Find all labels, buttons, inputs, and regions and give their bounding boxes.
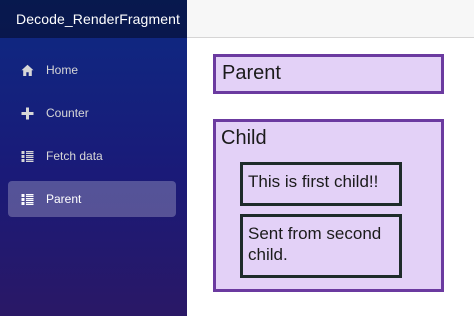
sidebar-item-parent[interactable]: Parent bbox=[8, 181, 176, 217]
first-child-text: This is first child!! bbox=[248, 172, 379, 191]
sidebar-item-label: Counter bbox=[46, 106, 89, 120]
sidebar-item-counter[interactable]: Counter bbox=[8, 95, 176, 131]
sidebar-item-label: Parent bbox=[46, 192, 82, 206]
child-label: Child bbox=[221, 127, 267, 149]
parent-label: Parent bbox=[222, 62, 281, 84]
second-child-box: Sent from second child. bbox=[240, 214, 402, 278]
sidebar-item-home[interactable]: Home bbox=[8, 52, 176, 88]
brand-bar: Decode_RenderFragment bbox=[0, 0, 187, 38]
sidebar-item-fetch-data[interactable]: Fetch data bbox=[8, 138, 176, 174]
plus-icon bbox=[20, 106, 34, 120]
second-child-text: Sent from second child. bbox=[248, 224, 382, 264]
app-window: Decode_RenderFragment Home Counter Fetch… bbox=[0, 0, 474, 316]
parent-component-box: Parent bbox=[213, 54, 444, 94]
home-icon bbox=[20, 63, 34, 77]
list-icon bbox=[20, 192, 34, 206]
main-content: Parent Child This is first child!! Sent … bbox=[187, 0, 474, 316]
sidebar: Decode_RenderFragment Home Counter Fetch… bbox=[0, 0, 187, 316]
brand-link[interactable]: Decode_RenderFragment bbox=[16, 11, 180, 27]
sidebar-item-label: Home bbox=[46, 63, 79, 77]
top-row bbox=[187, 0, 474, 38]
list-icon bbox=[20, 149, 34, 163]
sidebar-item-label: Fetch data bbox=[46, 149, 103, 163]
child-component-box: Child This is first child!! Sent from se… bbox=[213, 119, 444, 292]
first-child-box: This is first child!! bbox=[240, 162, 402, 206]
